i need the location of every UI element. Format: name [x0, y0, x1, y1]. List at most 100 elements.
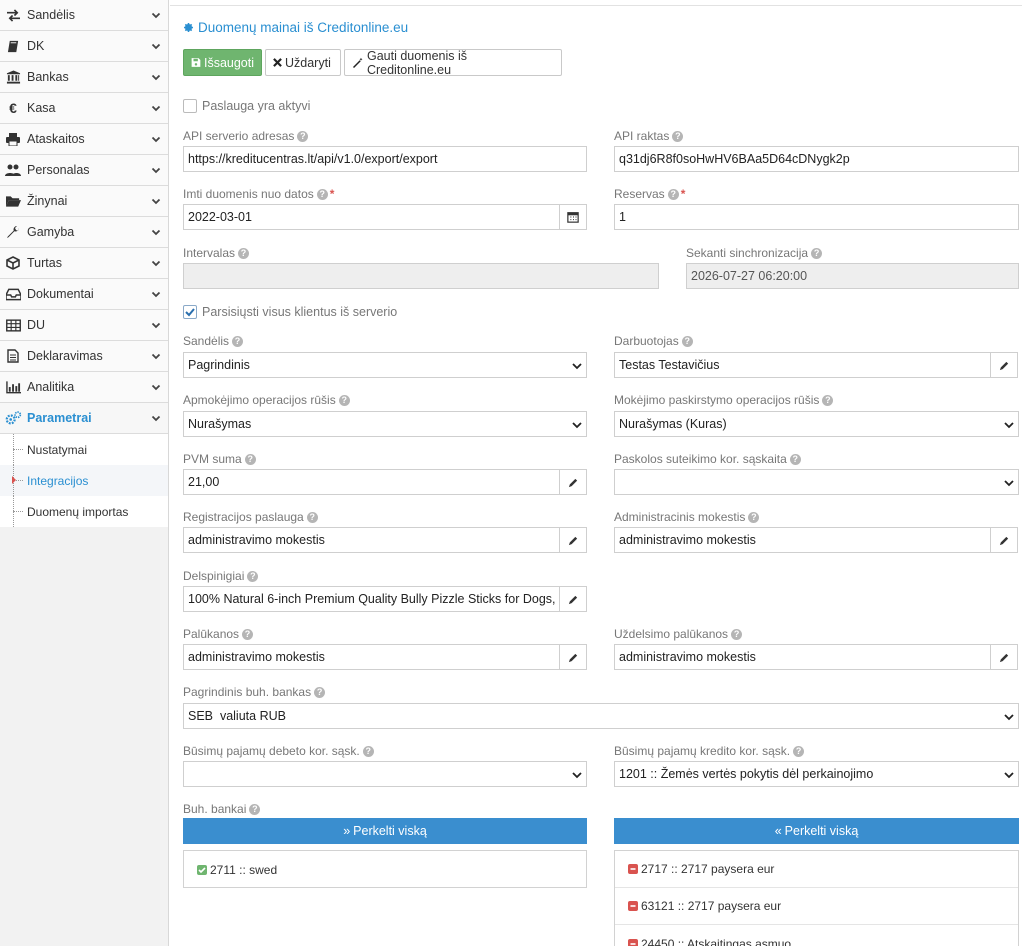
vat-edit-button[interactable] [559, 469, 587, 495]
sidebar-item-2[interactable]: Bankas [0, 62, 168, 93]
pay-op-select-value: Nurašymas [188, 417, 252, 431]
future-credit-select[interactable]: 1201 :: Žemės vertės pokytis dėl perkain… [614, 761, 1019, 787]
sidebar-item-7[interactable]: Gamyba [0, 217, 168, 248]
chevron-down-icon [151, 198, 161, 205]
calendar-button[interactable] [559, 204, 587, 230]
main-bank-select[interactable]: SEB valiuta RUB [183, 703, 1019, 729]
chevron-down-icon [1004, 422, 1014, 429]
next-sync-input: 2026-07-27 06:20:00 [686, 263, 1019, 289]
penalty-input[interactable]: 100% Natural 6-inch Premium Quality Bull… [183, 586, 560, 612]
sidebar-item-11[interactable]: Deklaravimas [0, 341, 168, 372]
inbox-icon [4, 286, 22, 302]
list-item-label: 63121 :: 2717 paysera eur [641, 899, 782, 913]
list-item-label: 24450 :: Atskaitingas asmuo [641, 936, 792, 946]
sidebar-item-12[interactable]: Analitika [0, 372, 168, 403]
admin-fee-edit-button[interactable] [990, 527, 1018, 553]
move-all-right-label: Perkelti viską [353, 824, 427, 838]
pencil-icon [568, 595, 577, 604]
fetch-data-button[interactable]: Gauti duomenis iš Creditonline.eu [344, 49, 562, 77]
pay-alloc-label: Mokėjimo paskirstymo operacijos rūšis? [614, 393, 834, 407]
move-all-right-button[interactable]: » Perkelti viską [183, 818, 587, 844]
interest-input[interactable]: administravimo mokestis [183, 644, 560, 670]
main-bank-label-text: Pagrindinis buh. bankas [183, 685, 312, 699]
interest-label: Palūkanos? [183, 627, 254, 641]
warehouse-select[interactable]: Pagrindinis [183, 352, 587, 378]
minus-square-icon [628, 938, 638, 946]
sidebar-item-label: DU [27, 318, 46, 332]
sidebar-item-0[interactable]: Sandėlis [0, 0, 168, 31]
future-debit-select[interactable] [183, 761, 587, 787]
download-clients-checkbox[interactable] [183, 305, 197, 319]
api-server-input[interactable]: https://kreditucentras.lt/api/v1.0/expor… [183, 146, 587, 172]
close-button[interactable]: Uždaryti [265, 49, 341, 76]
api-server-label-text: API serverio adresas [183, 129, 295, 143]
from-date-input[interactable]: 2022-03-01 [183, 204, 560, 230]
employee-label: Darbuotojas? [614, 334, 693, 348]
pay-op-select[interactable]: Nurašymas [183, 411, 587, 437]
sidebar-item-6[interactable]: Žinynai [0, 186, 168, 217]
list-item[interactable]: 2717 :: 2717 paysera eur [615, 851, 1018, 888]
pay-alloc-select[interactable]: Nurašymas (Kuras) [614, 411, 1019, 437]
future-debit-label: Būsimų pajamų debeto kor. sąsk.? [183, 744, 374, 758]
help-icon: ? [811, 247, 823, 259]
required-mark: * [680, 187, 686, 201]
sidebar-item-label: Personalas [27, 163, 90, 177]
reg-service-input[interactable]: administravimo mokestis [183, 527, 560, 553]
late-interest-edit-button[interactable] [990, 644, 1018, 670]
save-button[interactable]: Išsaugoti [183, 49, 262, 76]
next-sync-label: Sekanti sinchronizacija? [686, 246, 823, 260]
help-icon: ? [672, 130, 684, 142]
service-active-checkbox[interactable] [183, 99, 197, 113]
api-key-input[interactable]: q31dj6R8f0soHwHV6BAa5D64cDNygk2p [614, 146, 1019, 172]
late-interest-input[interactable]: administravimo mokestis [614, 644, 991, 670]
sidebar-item-8[interactable]: Turtas [0, 248, 168, 279]
interest-edit-button[interactable] [559, 644, 587, 670]
reg-service-edit-button[interactable] [559, 527, 587, 553]
help-icon: ? [731, 628, 743, 640]
chevron-down-icon [151, 353, 161, 360]
reg-service-label: Registracijos paslauga? [183, 510, 318, 524]
sidebar-subitem-0[interactable]: Nustatymai [0, 434, 168, 465]
chevron-down-icon [151, 322, 161, 329]
sidebar-item-5[interactable]: Personalas [0, 155, 168, 186]
help-icon: ? [316, 188, 328, 200]
list-item-label: 2711 :: swed [210, 862, 278, 877]
employee-input[interactable]: Testas Testavičius [614, 352, 991, 378]
sidebar-item-4[interactable]: Ataskaitos [0, 124, 168, 155]
sidebar-subitem-2[interactable]: Duomenų importas [0, 496, 168, 527]
sidebar-item-label: Bankas [27, 70, 69, 84]
minus-square-icon [628, 901, 638, 911]
sidebar-subitem-label: Nustatymai [27, 442, 88, 457]
folder-open-icon [4, 193, 22, 209]
double-chevron-left-icon: « [774, 824, 782, 838]
employee-edit-button[interactable] [990, 352, 1018, 378]
sidebar-item-3[interactable]: € Kasa [0, 93, 168, 124]
loan-acc-label-text: Paskolos suteikimo kor. sąskaita [614, 452, 787, 466]
sidebar-item-label: Ataskaitos [27, 132, 85, 146]
list-item[interactable]: 24450 :: Atskaitingas asmuo [615, 925, 1018, 946]
help-icon: ? [238, 247, 250, 259]
penalty-edit-button[interactable] [559, 586, 587, 612]
list-item[interactable]: 2711 :: swed [184, 851, 586, 888]
from-date-label: Imti duomenis nuo datos? * [183, 187, 334, 201]
reserve-input[interactable]: 1 [614, 204, 1019, 230]
chevron-down-icon [151, 74, 161, 81]
euro-icon: € [9, 100, 17, 116]
sidebar-item-1[interactable]: DK [0, 31, 168, 62]
sidebar-item-10[interactable]: DU [0, 310, 168, 341]
api-key-label-text: API raktas [614, 129, 670, 143]
move-all-left-button[interactable]: « Perkelti viską [614, 818, 1019, 844]
save-icon [191, 58, 201, 67]
sidebar-subitem-1[interactable]: Integracijos [0, 465, 168, 496]
admin-fee-input[interactable]: administravimo mokestis [614, 527, 991, 553]
download-clients-label: Parsisiųsti visus klientus iš serverio [202, 305, 398, 319]
sidebar-item-label: Kasa [27, 101, 56, 115]
sidebar-item-9[interactable]: Dokumentai [0, 279, 168, 310]
chevron-down-icon [151, 167, 161, 174]
help-icon: ? [748, 511, 760, 523]
loan-acc-select[interactable] [614, 469, 1019, 495]
vat-input[interactable]: 21,00 [183, 469, 560, 495]
reserve-label: Reservas? * [614, 187, 685, 201]
list-item[interactable]: 63121 :: 2717 paysera eur [615, 888, 1018, 925]
sidebar-item-13[interactable]: Parametrai [0, 403, 168, 434]
